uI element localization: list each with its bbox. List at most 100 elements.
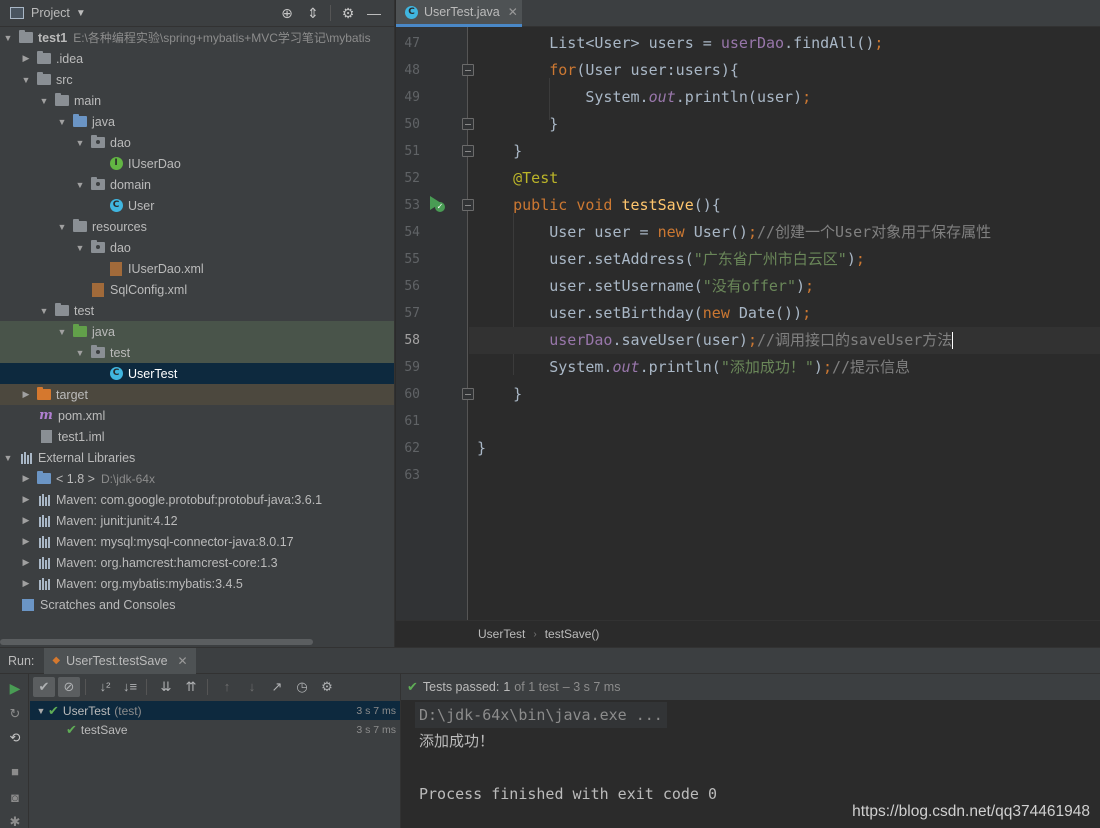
gear-icon[interactable]: ⚙ — [335, 4, 361, 22]
history-icon[interactable]: ◷ — [291, 677, 313, 697]
tree-item-library[interactable]: ▶ Maven: junit:junit:4.12 — [0, 510, 394, 531]
tab-run-config[interactable]: ◆ UserTest.testSave ✕ — [44, 647, 196, 674]
code-area[interactable]: List<User> users = userDao.findAll(); fo… — [469, 27, 1100, 620]
collapsed-arrow-icon[interactable]: ▶ — [20, 389, 32, 400]
line-number: 57 — [404, 306, 420, 321]
tree-item-iuserdao[interactable]: I IUserDao — [0, 153, 394, 174]
expanded-arrow-icon[interactable]: ▼ — [56, 222, 68, 232]
scratches-icon — [20, 598, 36, 612]
expanded-arrow-icon[interactable]: ▼ — [74, 243, 86, 253]
tree-item-label: UserTest — [128, 366, 178, 381]
collapsed-arrow-icon[interactable]: ▶ — [20, 473, 32, 484]
expanded-arrow-icon[interactable]: ▼ — [74, 138, 86, 148]
collapsed-arrow-icon[interactable]: ▶ — [20, 515, 32, 526]
tree-item-pom-xml[interactable]: m pom.xml — [0, 405, 394, 426]
expanded-arrow-icon[interactable]: ▼ — [38, 96, 50, 106]
sort-alpha-icon[interactable]: ↓² — [94, 677, 116, 697]
close-icon[interactable]: ✕ — [508, 5, 518, 19]
collapsed-arrow-icon[interactable]: ▶ — [20, 494, 32, 505]
expanded-arrow-icon[interactable]: ▼ — [56, 117, 68, 127]
tree-item-test[interactable]: ▼ test — [0, 300, 394, 321]
test-row-usertest[interactable]: ▼ ✔ UserTest (test) 3 s 7 ms — [30, 701, 400, 720]
tree-item-library[interactable]: ▶ Maven: com.google.protobuf:protobuf-ja… — [0, 489, 394, 510]
tree-item-external-libraries[interactable]: ▼ External Libraries — [0, 447, 394, 468]
tree-item-main[interactable]: ▼ main — [0, 90, 394, 111]
console-line: 添加成功！ — [419, 732, 495, 750]
tree-item-label: java — [92, 114, 115, 129]
tree-item-usertest[interactable]: C UserTest — [0, 363, 394, 384]
expand-all-icon[interactable]: ⇊ — [155, 677, 177, 697]
tree-item-library[interactable]: ▶ Maven: org.mybatis:mybatis:3.4.5 — [0, 573, 394, 594]
tab-usertest-java[interactable]: C UserTest.java ✕ — [396, 0, 522, 27]
code-line: public void testSave(){ — [513, 196, 721, 214]
run-test-icon[interactable]: ✓ — [428, 195, 445, 212]
collapsed-arrow-icon[interactable]: ▶ — [20, 578, 32, 589]
tree-item-idea[interactable]: ▶ .idea — [0, 48, 394, 69]
next-failed-icon[interactable]: ↓ — [241, 677, 263, 697]
expanded-arrow-icon[interactable]: ▼ — [38, 306, 50, 316]
tree-item-resources-dao[interactable]: ▼ dao — [0, 237, 394, 258]
breadcrumb-method[interactable]: testSave() — [545, 627, 600, 641]
rerun-failed-icon[interactable]: ↻ — [7, 706, 23, 722]
gear-icon[interactable]: ⚙ — [316, 677, 338, 697]
console-output[interactable]: D:\jdk-64x\bin\java.exe ... 添加成功！ Proces… — [400, 700, 1100, 828]
tree-item-user-class[interactable]: C User — [0, 195, 394, 216]
project-title[interactable]: Project — [31, 6, 70, 20]
console-command-line[interactable]: D:\jdk-64x\bin\java.exe ... — [415, 702, 667, 728]
tree-item-iml[interactable]: test1.iml — [0, 426, 394, 447]
tree-item-label: test1.iml — [58, 429, 105, 444]
test-toolbar: ✔ ⊘ ↓² ↓≡ ⇊ ⇈ ↑ ↓ ↗ ◷ ⚙ — [30, 674, 400, 700]
expanded-arrow-icon[interactable]: ▼ — [74, 348, 86, 358]
tree-item-test-java[interactable]: ▼ java — [0, 321, 394, 342]
show-passed-icon[interactable]: ✔ — [33, 677, 55, 697]
tree-item-src[interactable]: ▼ src — [0, 69, 394, 90]
expanded-arrow-icon[interactable]: ▼ — [56, 327, 68, 337]
show-ignored-icon[interactable]: ⊘ — [58, 677, 80, 697]
tree-item-test-package[interactable]: ▼ test — [0, 342, 394, 363]
tree-item-library[interactable]: ▶ Maven: mysql:mysql-connector-java:8.0.… — [0, 531, 394, 552]
locate-icon[interactable]: ⊕ — [274, 4, 300, 22]
rerun-icon[interactable]: ▶ — [7, 680, 23, 696]
camera-icon[interactable]: ◙ — [7, 790, 23, 806]
tree-item-jdk[interactable]: ▶ < 1.8 > D:\jdk-64x — [0, 468, 394, 489]
minimize-icon[interactable]: — — [361, 4, 387, 22]
previous-failed-icon[interactable]: ↑ — [216, 677, 238, 697]
collapsed-arrow-icon[interactable]: ▶ — [20, 557, 32, 568]
collapse-all-icon[interactable]: ⇈ — [180, 677, 202, 697]
tree-item-scratches[interactable]: Scratches and Consoles — [0, 594, 394, 615]
expanded-arrow-icon[interactable]: ▼ — [2, 33, 14, 43]
test-label: UserTest — [62, 703, 111, 718]
package-icon — [90, 177, 106, 192]
tree-item-project-root[interactable]: ▼ test1 E:\各种编程实验\spring+mybatis+MVC学习笔记… — [0, 27, 394, 48]
expanded-arrow-icon[interactable]: ▼ — [20, 75, 32, 85]
export-icon[interactable]: ↗ — [266, 677, 288, 697]
collapsed-arrow-icon[interactable]: ▶ — [20, 53, 32, 64]
tree-item-dao-package[interactable]: ▼ dao — [0, 132, 394, 153]
close-icon[interactable]: ✕ — [178, 654, 188, 668]
test-row-testsave[interactable]: ✔ testSave 3 s 7 ms — [30, 720, 400, 739]
expanded-arrow-icon[interactable]: ▼ — [34, 706, 48, 716]
tree-item-sqlconfig-xml[interactable]: SqlConfig.xml — [0, 279, 394, 300]
tree-item-iuserdao-xml[interactable]: IUserDao.xml — [0, 258, 394, 279]
horizontal-scrollbar[interactable] — [0, 639, 313, 645]
expanded-arrow-icon[interactable]: ▼ — [74, 180, 86, 190]
collapse-all-icon[interactable]: ⇕ — [300, 4, 326, 22]
toggle-auto-test-icon[interactable]: ⟲ — [7, 730, 23, 746]
sort-duration-icon[interactable]: ↓≡ — [119, 677, 141, 697]
collapsed-arrow-icon[interactable]: ▶ — [20, 536, 32, 547]
breadcrumb-class[interactable]: UserTest — [478, 627, 525, 641]
chevron-down-icon[interactable]: ▼ — [76, 8, 86, 19]
expanded-arrow-icon[interactable]: ▼ — [2, 453, 14, 463]
excluded-folder-icon — [36, 387, 52, 402]
tree-item-main-java[interactable]: ▼ java — [0, 111, 394, 132]
tree-item-resources[interactable]: ▼ resources — [0, 216, 394, 237]
tree-item-label: IUserDao.xml — [128, 261, 204, 276]
code-line: } — [477, 439, 487, 457]
tree-item-library[interactable]: ▶ Maven: org.hamcrest:hamcrest-core:1.3 — [0, 552, 394, 573]
tree-item-target[interactable]: ▶ target — [0, 384, 394, 405]
settings-icon[interactable]: ✱ — [7, 814, 23, 828]
code-line: User user = new User();//创建一个User对象用于保存属… — [477, 223, 992, 241]
tree-item-domain-package[interactable]: ▼ domain — [0, 174, 394, 195]
stop-icon[interactable]: ■ — [7, 764, 23, 780]
